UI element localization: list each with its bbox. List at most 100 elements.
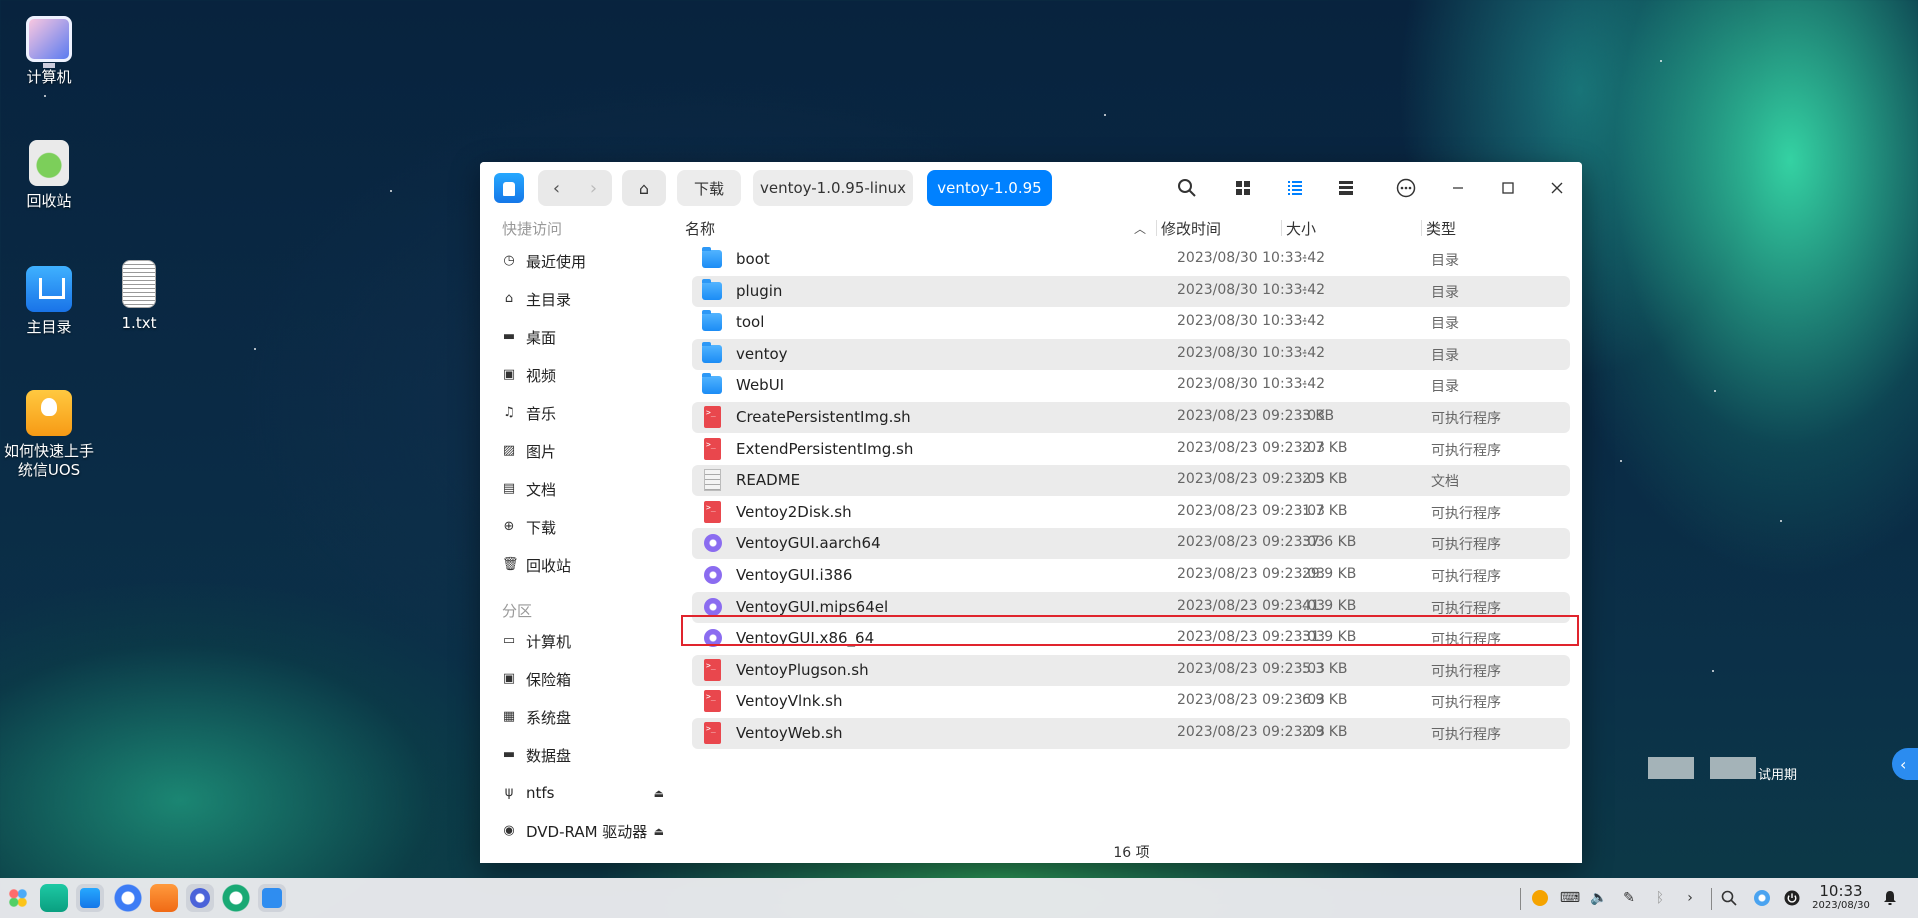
download-icon: ⊕ <box>503 519 515 534</box>
column-header-name[interactable]: 名称 <box>685 214 715 242</box>
multitask-view-icon[interactable] <box>40 884 68 912</box>
column-header-modified[interactable]: 修改时间 <box>1161 214 1221 242</box>
more-options-button[interactable] <box>1392 174 1420 202</box>
file-name: Ventoy2Disk.sh <box>736 502 852 521</box>
tray-expand-icon[interactable]: › <box>1680 888 1700 908</box>
file-row[interactable]: VentoyGUI.x86_64 2023/08/23 09:23:03 31.9 … <box>692 623 1570 654</box>
sidebar-item-dvd-ram[interactable]: ◉ DVD-RAM 驱动器 ⏏ <box>502 819 672 843</box>
file-name: VentoyGUI.i386 <box>736 566 853 584</box>
eject-icon[interactable]: ⏏ <box>654 825 664 838</box>
shell-script-icon <box>704 500 721 523</box>
pen-icon[interactable]: ✎ <box>1619 888 1639 908</box>
computer-icon: ▭ <box>502 633 516 648</box>
list-view-button[interactable] <box>1281 174 1309 202</box>
tray-app-icon[interactable] <box>1530 888 1550 908</box>
breadcrumb-ventoy-linux[interactable]: ventoy-1.0.95-linux <box>753 170 913 206</box>
file-row[interactable]: VentoyVlnk.sh2023/08/23 09:23:036.9 KB可执… <box>692 686 1570 717</box>
file-row[interactable]: VentoyGUI.i386 2023/08/23 09:23:03 29.9 KB… <box>692 560 1570 591</box>
sidebar-item-ntfs[interactable]: ψ ntfs ⏏ <box>502 781 672 805</box>
file-row[interactable]: VentoyPlugson.sh2023/08/23 09:23:035.3 K… <box>692 654 1570 686</box>
keyboard-icon[interactable]: ⌨ <box>1560 888 1580 908</box>
taskbar-file-manager[interactable] <box>76 884 104 912</box>
back-button[interactable]: ‹ <box>538 170 575 206</box>
sidebar-item-desktop[interactable]: ▬ 桌面 <box>502 325 672 349</box>
sidebar-item-documents[interactable]: ▤ 文档 <box>502 477 672 501</box>
file-name: README <box>736 471 801 490</box>
maximize-button[interactable] <box>1494 174 1522 202</box>
file-row[interactable]: boot 2023/08/30 10:33:42- 目录 <box>692 244 1570 275</box>
eject-icon[interactable]: ⏏ <box>654 787 664 800</box>
file-row[interactable]: VentoyGUI.mips64el 2023/08/23 09:23:03 41.… <box>692 591 1570 623</box>
desktop-icon-uos-guide[interactable]: 如何快速上手统信UOS <box>1 390 97 480</box>
sidebar-item-videos[interactable]: ▣ 视频 <box>502 363 672 387</box>
sidebar-item-music[interactable]: ♫ 音乐 <box>502 401 672 425</box>
breadcrumb-downloads[interactable]: 下载 <box>677 170 741 206</box>
notification-panel-handle[interactable]: ‹ <box>1892 748 1918 780</box>
notification-bell-icon[interactable] <box>1880 888 1900 908</box>
file-row[interactable]: WebUI 2023/08/30 10:33:42- 目录 <box>692 370 1570 401</box>
bluetooth-icon[interactable]: ᛒ <box>1650 888 1670 908</box>
sidebar-item-computer[interactable]: ▭ 计算机 <box>502 629 672 653</box>
file-row[interactable]: plugin 2023/08/30 10:33:42- 目录 <box>692 275 1570 307</box>
taskbar-active-app[interactable] <box>258 884 286 912</box>
detail-view-button[interactable] <box>1332 174 1360 202</box>
sidebar-item-label: 回收站 <box>526 556 572 575</box>
sidebar-item-downloads[interactable]: ⊕ 下载 <box>502 515 672 539</box>
volume-icon[interactable]: 🔈 <box>1589 888 1609 908</box>
search-button[interactable] <box>1173 174 1201 202</box>
taskbar-control-center[interactable] <box>186 884 214 912</box>
column-separator <box>1421 220 1422 236</box>
desktop-icon-trash[interactable]: 回收站 <box>1 140 97 211</box>
app-store-icon[interactable] <box>150 884 178 912</box>
desktop-icon: ▬ <box>502 329 516 344</box>
desktop-icon-computer[interactable]: 计算机 <box>1 16 97 87</box>
file-type: 可执行程序 <box>1431 663 1501 680</box>
sidebar-item-system-disk[interactable]: ▦ 系统盘 <box>502 705 672 729</box>
file-row[interactable]: VentoyWeb.sh2023/08/23 09:23:032.9 KB可执行… <box>692 718 1570 749</box>
file-row[interactable]: tool 2023/08/30 10:33:42- 目录 <box>692 307 1570 338</box>
sidebar-item-trash[interactable]: 🗑 回收站 <box>502 553 672 577</box>
taskbar-separator <box>1711 888 1712 910</box>
column-header-type[interactable]: 类型 <box>1426 214 1456 242</box>
sidebar-item-vault[interactable]: ▣ 保险箱 <box>502 667 672 691</box>
item-count: 16 项 <box>1113 845 1150 861</box>
chevron-left-icon: ‹ <box>552 177 561 199</box>
trash-icon <box>29 140 69 186</box>
clock[interactable]: 10:33 2023/08/30 <box>1808 883 1874 912</box>
desktop-icon-txt-file[interactable]: 1.txt <box>91 260 187 333</box>
file-row[interactable]: VentoyGUI.aarch64 2023/08/23 09:23:03 37.6… <box>692 528 1570 560</box>
file-type: 目录 <box>1431 253 1459 269</box>
global-search-icon[interactable] <box>1719 888 1739 908</box>
breadcrumb-ventoy-current[interactable]: ventoy-1.0.95 <box>927 170 1052 206</box>
close-button[interactable] <box>1543 174 1571 202</box>
file-type: 目录 <box>1431 316 1459 333</box>
home-button[interactable]: ⌂ <box>622 170 666 206</box>
sidebar-item-pictures[interactable]: ▨ 图片 <box>502 439 672 463</box>
network-icon[interactable] <box>1752 888 1772 908</box>
icon-view-button[interactable] <box>1229 174 1257 202</box>
file-row[interactable]: Ventoy2Disk.sh2023/08/23 09:23:031.7 KB可… <box>692 497 1570 528</box>
column-header-size[interactable]: 大小 <box>1286 214 1316 242</box>
sidebar: 快捷访问 ◷ 最近使用 ⌂ 主目录 ▬ 桌面 ▣ 视频 ♫ 音乐 ▨ 图片 ▤ 文档 ⊕ 下载 … <box>480 214 681 863</box>
browser-icon[interactable] <box>114 884 142 912</box>
forward-button[interactable]: › <box>575 170 612 206</box>
sync-icon[interactable] <box>222 884 250 912</box>
binary-executable-icon <box>704 629 722 648</box>
folder-icon <box>702 341 722 363</box>
minimize-button[interactable] <box>1444 174 1472 202</box>
file-type: 可执行程序 <box>1431 632 1501 649</box>
column-separator <box>1281 220 1282 236</box>
file-size: - <box>1302 313 1308 330</box>
sidebar-item-home[interactable]: ⌂ 主目录 <box>502 287 672 311</box>
clock-icon: ◷ <box>503 253 515 268</box>
sidebar-item-data-disk[interactable]: ▬ 数据盘 <box>502 743 672 767</box>
file-row[interactable]: ExtendPersistentImg.sh2023/08/23 09:23:0… <box>692 434 1570 465</box>
file-row[interactable]: CreatePersistentImg.sh2023/08/23 09:23:0… <box>692 402 1570 433</box>
sidebar-item-recent[interactable]: ◷ 最近使用 <box>502 249 672 273</box>
launcher-icon[interactable] <box>4 884 32 912</box>
shutdown-button[interactable] <box>1782 888 1802 908</box>
shell-script-icon <box>704 658 721 681</box>
file-row[interactable]: README 2023/08/23 09:23:03 2.5 KB 文档 <box>692 465 1570 497</box>
file-row[interactable]: ventoy 2023/08/30 10:33:42- 目录 <box>692 338 1570 370</box>
desktop-icon-home[interactable]: 主目录 <box>1 266 97 337</box>
